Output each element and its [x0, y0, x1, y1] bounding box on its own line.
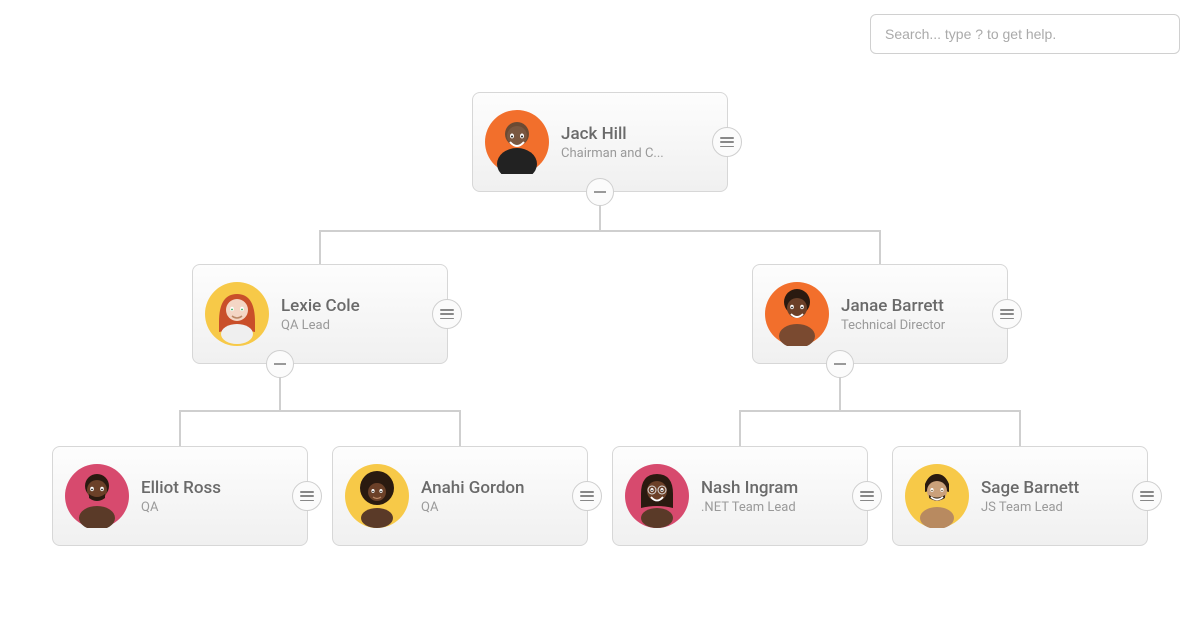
edge [319, 230, 321, 264]
hamburger-icon [1000, 309, 1014, 319]
hamburger-icon [440, 309, 454, 319]
edge [319, 230, 881, 232]
node-menu-button[interactable] [852, 481, 882, 511]
node-info: Nash Ingram .NET Team Lead [701, 478, 857, 515]
edge [879, 230, 881, 264]
person-name: Elliot Ross [141, 478, 297, 498]
avatar [65, 464, 129, 528]
node-elliot-ross[interactable]: Elliot Ross QA [52, 446, 308, 546]
node-menu-button[interactable] [712, 127, 742, 157]
node-info: Elliot Ross QA [141, 478, 297, 515]
node-menu-button[interactable] [572, 481, 602, 511]
node-menu-button[interactable] [292, 481, 322, 511]
avatar [485, 110, 549, 174]
person-name: Jack Hill [561, 124, 717, 144]
person-name: Lexie Cole [281, 296, 437, 316]
person-title: QA Lead [281, 318, 437, 333]
node-info: Sage Barnett JS Team Lead [981, 478, 1137, 515]
node-info: Janae Barrett Technical Director [841, 296, 997, 333]
node-menu-button[interactable] [432, 299, 462, 329]
node-menu-button[interactable] [992, 299, 1022, 329]
person-title: .NET Team Lead [701, 500, 857, 515]
edge [179, 410, 181, 446]
person-title: Chairman and C... [561, 146, 717, 161]
node-info: Anahi Gordon QA [421, 478, 577, 515]
avatar [205, 282, 269, 346]
edge [1019, 410, 1021, 446]
node-lexie-cole[interactable]: Lexie Cole QA Lead [192, 264, 448, 364]
minus-icon [834, 363, 846, 365]
node-jack-hill[interactable]: Jack Hill Chairman and C... [472, 92, 728, 192]
avatar [345, 464, 409, 528]
person-title: QA [421, 500, 577, 515]
person-title: JS Team Lead [981, 500, 1137, 515]
person-title: Technical Director [841, 318, 997, 333]
person-title: QA [141, 500, 297, 515]
org-chart: Jack Hill Chairman and C... Lexie Cole Q… [0, 0, 1200, 630]
collapse-toggle[interactable] [586, 178, 614, 206]
edge [179, 410, 461, 412]
avatar [625, 464, 689, 528]
hamburger-icon [1140, 491, 1154, 501]
minus-icon [594, 191, 606, 193]
node-janae-barrett[interactable]: Janae Barrett Technical Director [752, 264, 1008, 364]
collapse-toggle[interactable] [266, 350, 294, 378]
hamburger-icon [580, 491, 594, 501]
hamburger-icon [300, 491, 314, 501]
node-anahi-gordon[interactable]: Anahi Gordon QA [332, 446, 588, 546]
node-menu-button[interactable] [1132, 481, 1162, 511]
person-name: Sage Barnett [981, 478, 1137, 498]
person-name: Janae Barrett [841, 296, 997, 316]
collapse-toggle[interactable] [826, 350, 854, 378]
edge [459, 410, 461, 446]
hamburger-icon [860, 491, 874, 501]
node-nash-ingram[interactable]: Nash Ingram .NET Team Lead [612, 446, 868, 546]
avatar [765, 282, 829, 346]
hamburger-icon [720, 137, 734, 147]
minus-icon [274, 363, 286, 365]
person-name: Anahi Gordon [421, 478, 577, 498]
person-name: Nash Ingram [701, 478, 857, 498]
node-sage-barnett[interactable]: Sage Barnett JS Team Lead [892, 446, 1148, 546]
node-info: Jack Hill Chairman and C... [561, 124, 717, 161]
avatar [905, 464, 969, 528]
node-info: Lexie Cole QA Lead [281, 296, 437, 333]
edge [739, 410, 741, 446]
edge [739, 410, 1021, 412]
